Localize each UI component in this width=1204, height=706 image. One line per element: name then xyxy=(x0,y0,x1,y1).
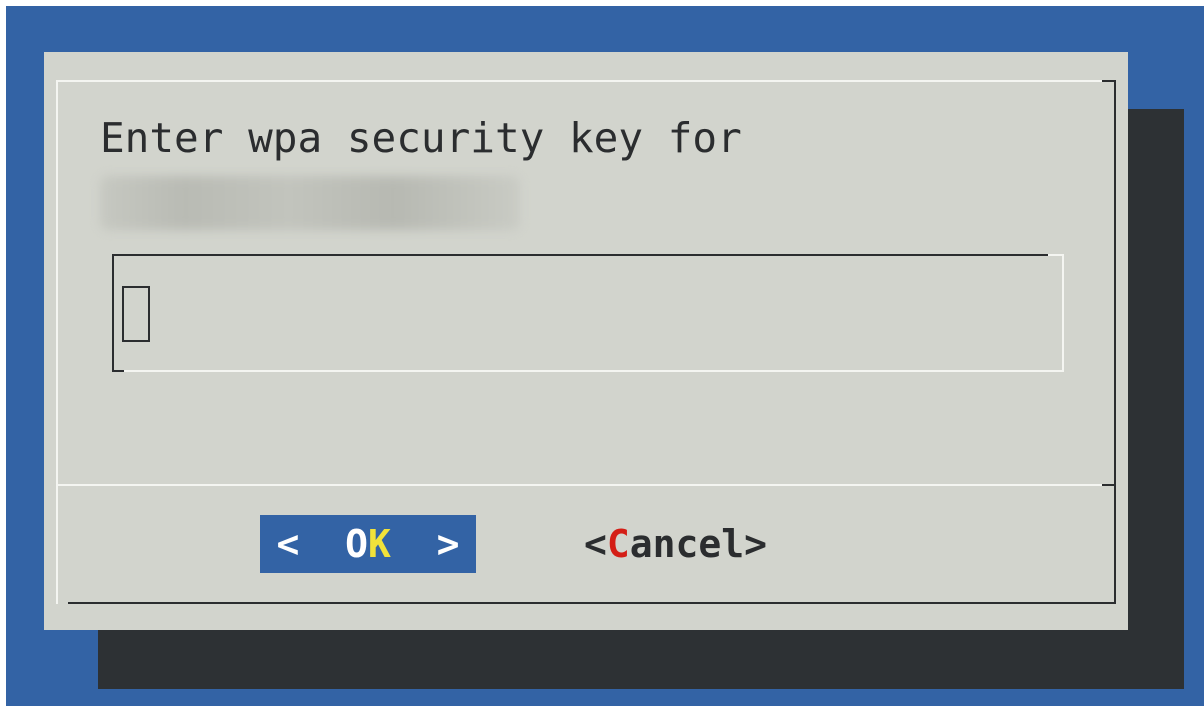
ok-right-bracket: > xyxy=(436,522,460,566)
cancel-label-start: < xyxy=(584,522,607,566)
obscured-network-name xyxy=(100,176,520,230)
input-border-bottom xyxy=(124,370,1064,372)
cancel-hotkey: C xyxy=(606,522,630,566)
cancel-label-end: ancel> xyxy=(629,522,768,566)
cancel-button[interactable]: <Cancel> xyxy=(584,515,767,573)
ok-hotkey: K xyxy=(367,522,391,566)
button-area-separator xyxy=(56,484,1102,486)
text-cursor xyxy=(122,286,150,342)
ok-label-start: O xyxy=(299,522,368,566)
security-key-input[interactable] xyxy=(156,280,1036,340)
input-border-right xyxy=(1062,254,1064,372)
dialog-border-bottom xyxy=(68,602,1116,604)
ok-label-end xyxy=(391,522,437,566)
dialog-border-left xyxy=(56,80,58,592)
dialog-border-bottom-corner xyxy=(56,590,58,604)
terminal-screen: Enter wpa security key for < OK > <Cance… xyxy=(6,6,1204,706)
input-border-left xyxy=(112,254,114,372)
button-area-separator-corner xyxy=(1102,484,1116,486)
wpa-key-dialog: Enter wpa security key for < OK > <Cance… xyxy=(44,52,1128,630)
ok-button[interactable]: < OK > xyxy=(260,515,476,573)
prompt-text: Enter wpa security key for xyxy=(100,114,742,162)
dialog-border-right xyxy=(1114,80,1116,604)
input-border-top-corner xyxy=(1048,254,1064,256)
ok-left-bracket: < xyxy=(276,522,300,566)
dialog-border-top xyxy=(56,80,1114,82)
input-border-bottom-corner xyxy=(112,370,124,372)
security-key-field[interactable] xyxy=(112,254,1064,372)
input-border-top xyxy=(112,254,1048,256)
dialog-border-top-corner xyxy=(1102,80,1116,82)
